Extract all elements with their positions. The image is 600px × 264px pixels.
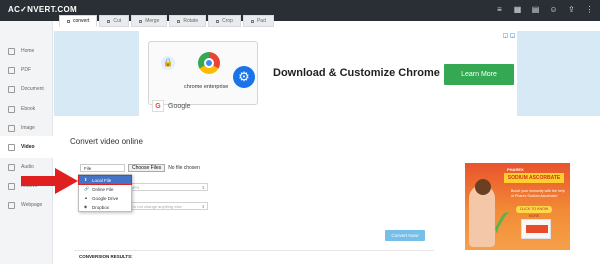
dropdown-item-label: Online File <box>92 186 114 192</box>
rotate-icon <box>177 19 181 23</box>
ad-headline: Download & Customize Chrome <box>273 67 440 79</box>
ad-advertiser: G Google <box>152 100 191 112</box>
crop-icon <box>216 19 220 23</box>
format-select-value: MP4 <box>131 185 140 190</box>
chrome-ad-banner[interactable]: i × 🔒 chrome enterprise ⚙ G Google Downl… <box>139 31 517 116</box>
ad-close-icon[interactable]: × <box>510 33 515 39</box>
top-bar-icons: ≡ ▦ ▤ ☺ ⇪ ⋮ <box>495 5 594 14</box>
convert-now-button[interactable]: Convert Now! <box>385 230 425 241</box>
tool-tabs: convert Cut Merge Rotate Crop Pad <box>59 15 274 27</box>
choose-files-button[interactable]: Choose Files <box>128 164 166 172</box>
tab-crop[interactable]: Crop <box>208 15 241 27</box>
webpage-icon <box>8 201 15 209</box>
learn-more-button[interactable]: Learn More <box>444 64 514 85</box>
sidebar-item-label: Document <box>21 86 44 92</box>
cut-icon <box>107 19 111 23</box>
sidebar-item-document[interactable]: Document <box>0 78 53 100</box>
ad-title: SODIUM ASCORBATE <box>504 173 564 183</box>
ad-advertiser-name: Google <box>168 102 191 110</box>
ad-info-icon[interactable]: i <box>503 33 508 39</box>
document-icon <box>8 85 15 93</box>
tab-label: Pad <box>256 18 266 24</box>
ad-product-text: chrome enterprise <box>184 84 229 90</box>
dropdown-item-label: Dropbox <box>92 204 110 210</box>
chrome-logo-icon <box>198 52 220 74</box>
file-input-row: File Choose Files No file chosen <box>80 164 200 172</box>
share-icon[interactable]: ⇪ <box>567 5 576 14</box>
tab-label: Merge <box>145 18 160 24</box>
tab-label: Crop <box>222 18 233 24</box>
ad-know-more-button[interactable]: CLICK TO KNOW MORE <box>516 206 552 218</box>
upload-icon: ⬆ <box>84 177 88 182</box>
ad-controls: i × <box>503 33 515 39</box>
ad-body: Boost your immunity with the help of Pha… <box>511 189 565 198</box>
pad-icon <box>250 19 254 23</box>
sidebar-item-label: Ebook <box>21 106 36 112</box>
dropdown-item-label: Local File <box>92 177 112 183</box>
sidebar-item-label: Video <box>21 144 35 150</box>
tab-label: convert <box>73 18 90 24</box>
site-logo[interactable]: AC✓NVERT.COM <box>8 5 77 14</box>
more-icon[interactable]: ⋮ <box>585 5 594 14</box>
results-divider <box>74 250 434 251</box>
tab-label: Cut <box>113 18 122 24</box>
options-select[interactable]: Do not change anything else ⇕ <box>126 202 208 210</box>
tab-rotate[interactable]: Rotate <box>169 15 207 27</box>
ad-leaf-graphic <box>493 210 521 240</box>
tab-label: Rotate <box>183 18 199 24</box>
tab-convert[interactable]: convert <box>59 15 98 27</box>
sidebar-item-webpage[interactable]: Webpage <box>0 194 53 216</box>
dropdown-item-online-file[interactable]: 🔗 Online File <box>79 185 131 193</box>
ad-model-image <box>469 179 495 247</box>
tab-pad[interactable]: Pad <box>242 15 274 27</box>
sidebar-item-video[interactable]: Video <box>0 136 53 158</box>
sidebar: Home PDF Document Ebook Image Video Audi… <box>0 21 53 264</box>
merge-icon <box>139 19 143 23</box>
chevron-down-icon: ⇕ <box>201 185 205 190</box>
list-icon[interactable]: ≡ <box>495 5 504 14</box>
sidebar-item-label: PDF <box>21 67 31 73</box>
file-source-dropdown: ⬆ Local File 🔗 Online File ▲ Google Drive ◆… <box>78 174 132 212</box>
dropdown-item-label: Google Drive <box>92 195 119 201</box>
sidebar-item-label: Image <box>21 125 35 131</box>
image-icon <box>8 124 15 132</box>
link-icon: 🔗 <box>84 186 89 191</box>
dropdown-item-google-drive[interactable]: ▲ Google Drive <box>79 194 131 202</box>
video-icon <box>8 143 15 151</box>
sidebar-item-label: Webpage <box>21 202 43 208</box>
options-select-value: Do not change anything else <box>131 204 182 209</box>
red-arrow-annotation <box>21 168 78 194</box>
pdf-icon <box>8 66 15 74</box>
dropdown-item-dropbox[interactable]: ◆ Dropbox <box>79 203 131 211</box>
tab-merge[interactable]: Merge <box>131 15 168 27</box>
chevron-down-icon: ⇕ <box>201 204 205 209</box>
ad-product-image <box>521 219 551 239</box>
ebook-icon <box>8 105 15 113</box>
conversion-results-label: CONVERSION RESULTS: <box>79 254 133 259</box>
audio-icon <box>8 163 15 171</box>
dropdown-item-local-file[interactable]: ⬆ Local File <box>78 175 132 185</box>
archive-icon <box>8 182 15 190</box>
lock-icon: 🔒 <box>161 56 175 70</box>
dropbox-icon: ◆ <box>84 204 88 209</box>
google-logo-icon: G <box>152 100 164 112</box>
home-icon <box>8 47 15 55</box>
sidebar-item-label: Home <box>21 48 35 54</box>
convert-icon <box>67 19 70 23</box>
format-select[interactable]: MP4 ⇕ <box>126 183 208 191</box>
grid-icon[interactable]: ▦ <box>513 5 522 14</box>
tab-cut[interactable]: Cut <box>99 15 130 27</box>
no-file-text: No file chosen <box>168 165 200 171</box>
file-source-select[interactable]: File <box>80 164 125 172</box>
document-icon[interactable]: ▤ <box>531 5 540 14</box>
google-drive-icon: ▲ <box>84 195 88 200</box>
user-icon[interactable]: ☺ <box>549 5 558 14</box>
pharex-ad[interactable]: PHAREX SODIUM ASCORBATE Boost your immun… <box>465 163 570 250</box>
ad-brand: PHAREX <box>507 167 524 172</box>
page-title: Convert video online <box>70 137 143 146</box>
gear-icon: ⚙ <box>233 66 255 88</box>
